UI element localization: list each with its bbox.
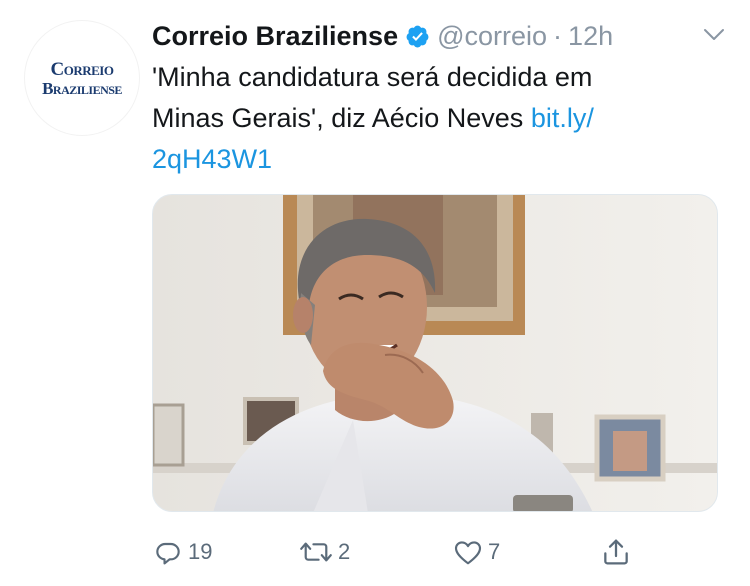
tweet-header: Correio Braziliense @correio · 12h xyxy=(152,18,730,54)
retweet-button[interactable]: 2 xyxy=(298,532,350,572)
retweet-icon xyxy=(298,536,334,568)
tweet-text-line-2: Minas Gerais', diz Aécio Neves bit.ly/ xyxy=(152,98,712,139)
chevron-down-icon[interactable] xyxy=(702,26,726,44)
reply-count: 19 xyxy=(188,539,213,564)
tweet-link-end[interactable]: 2qH43W1 xyxy=(152,139,712,180)
tweet-photo[interactable] xyxy=(152,194,718,512)
logo-line-1: Correio xyxy=(50,58,114,80)
tweet-text-segment: Minas Gerais', diz Aécio Neves xyxy=(152,103,531,133)
like-count: 7 xyxy=(488,539,501,564)
like-button[interactable]: 7 xyxy=(452,532,500,572)
heart-icon xyxy=(452,536,484,568)
tweet-timestamp[interactable]: 12h xyxy=(568,21,613,52)
tweet-text: 'Minha candidatura será decidida em Mina… xyxy=(152,57,712,180)
retweet-count: 2 xyxy=(338,539,351,564)
tweet-text-line-1: 'Minha candidatura será decidida em xyxy=(152,62,593,92)
account-handle[interactable]: @correio xyxy=(437,21,547,52)
meta-separator: · xyxy=(553,20,563,51)
account-avatar[interactable]: Correio Braziliense xyxy=(24,20,140,136)
tweet-link-start[interactable]: bit.ly/ xyxy=(531,103,594,133)
verified-badge-icon xyxy=(405,24,430,49)
logo-line-2: Braziliense xyxy=(42,78,122,98)
share-icon xyxy=(600,536,632,568)
share-button[interactable] xyxy=(600,532,632,572)
reply-icon xyxy=(152,536,184,568)
reply-button[interactable]: 19 xyxy=(152,532,212,572)
tweet-actions: 19 2 7 xyxy=(152,532,718,576)
account-name[interactable]: Correio Braziliense xyxy=(152,21,398,52)
